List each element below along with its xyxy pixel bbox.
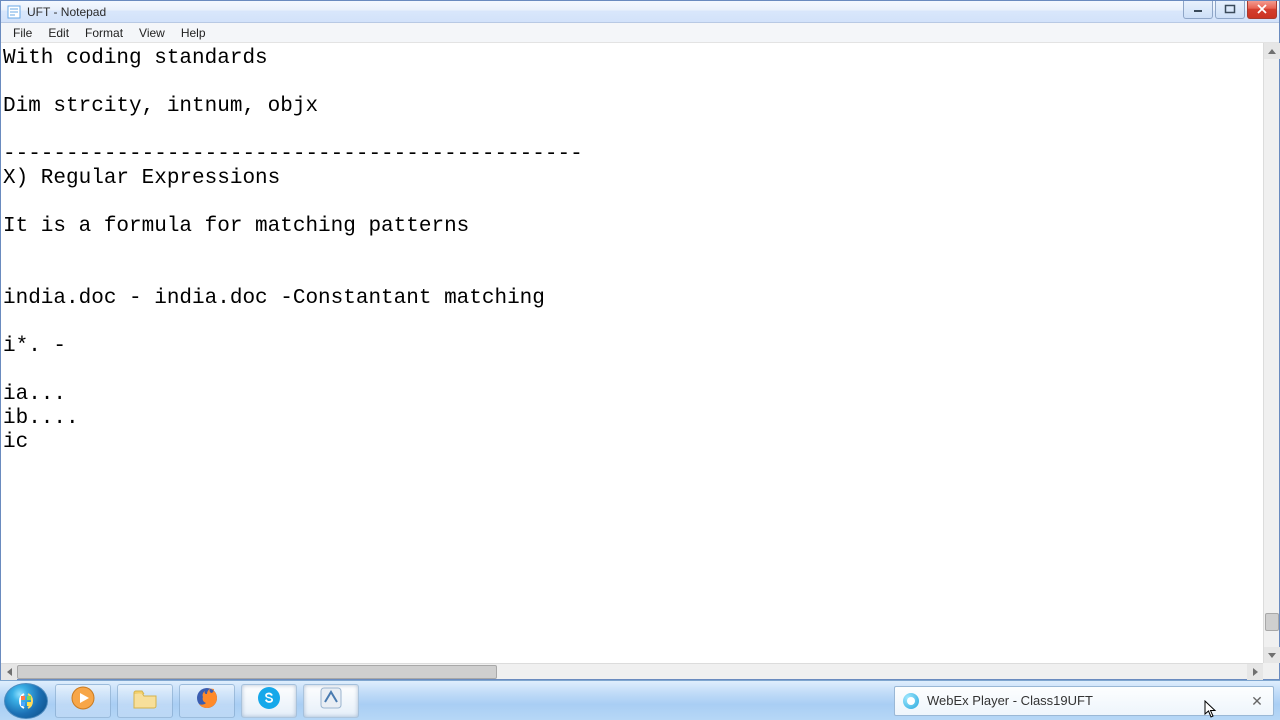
vertical-scrollbar[interactable] xyxy=(1263,43,1279,663)
scroll-left-arrow-icon[interactable] xyxy=(1,664,17,680)
scroll-right-arrow-icon[interactable] xyxy=(1247,664,1263,680)
notification-text: WebEx Player - Class19UFT xyxy=(927,693,1249,708)
menu-edit[interactable]: Edit xyxy=(40,24,77,42)
window-controls xyxy=(1183,2,1279,22)
menu-file[interactable]: File xyxy=(5,24,40,42)
taskbar-media-player[interactable] xyxy=(55,684,111,718)
firefox-icon xyxy=(195,686,219,715)
text-editor[interactable]: With coding standards Dim strcity, intnu… xyxy=(1,43,1263,663)
start-button[interactable] xyxy=(4,683,48,719)
menu-view[interactable]: View xyxy=(131,24,173,42)
scroll-up-arrow-icon[interactable] xyxy=(1264,43,1280,59)
taskbar[interactable]: WebEx Player - Class19UFT ✕ xyxy=(0,680,1280,720)
editor-area: With coding standards Dim strcity, intnu… xyxy=(1,43,1279,679)
menu-help[interactable]: Help xyxy=(173,24,214,42)
notification-popup[interactable]: WebEx Player - Class19UFT ✕ xyxy=(894,686,1274,716)
media-player-icon xyxy=(71,686,95,715)
taskbar-uft[interactable] xyxy=(303,684,359,718)
notepad-icon xyxy=(7,5,21,19)
uft-icon xyxy=(319,686,343,715)
taskbar-firefox[interactable] xyxy=(179,684,235,718)
vertical-scroll-thumb[interactable] xyxy=(1265,613,1279,631)
close-button[interactable] xyxy=(1247,1,1277,19)
notification-close-icon[interactable]: ✕ xyxy=(1249,693,1265,709)
notepad-window: UFT - Notepad File Edit Format View Help… xyxy=(0,0,1280,680)
menubar: File Edit Format View Help xyxy=(1,23,1279,43)
titlebar[interactable]: UFT - Notepad xyxy=(1,1,1279,23)
minimize-button[interactable] xyxy=(1183,1,1213,19)
taskbar-skype[interactable] xyxy=(241,684,297,718)
scroll-down-arrow-icon[interactable] xyxy=(1264,647,1280,663)
folder-icon xyxy=(132,687,158,714)
webex-icon xyxy=(903,693,919,709)
maximize-button[interactable] xyxy=(1215,1,1245,19)
taskbar-explorer[interactable] xyxy=(117,684,173,718)
horizontal-scrollbar[interactable] xyxy=(1,663,1263,679)
scroll-corner xyxy=(1263,663,1279,679)
menu-format[interactable]: Format xyxy=(77,24,131,42)
window-title: UFT - Notepad xyxy=(27,5,106,19)
horizontal-scroll-thumb[interactable] xyxy=(17,665,497,679)
skype-icon xyxy=(257,686,281,715)
